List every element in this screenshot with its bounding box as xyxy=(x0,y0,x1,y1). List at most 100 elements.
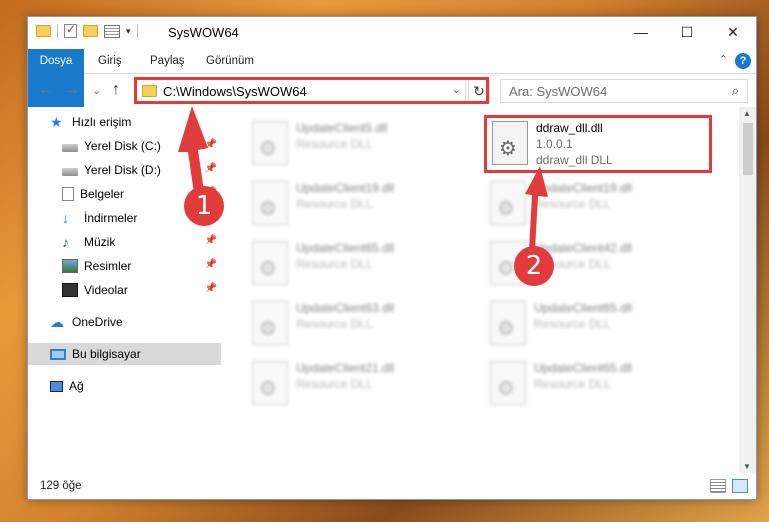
file-name: UpdateClient63.dll xyxy=(296,301,395,315)
file-item[interactable]: ⚙ UpdateClient63.dll Resource DLL xyxy=(248,295,478,353)
maximize-button[interactable]: ☐ xyxy=(664,17,710,47)
ribbon-tabs: Dosya Giriş Paylaş Görünüm ⌃ ? xyxy=(28,49,756,107)
drive-icon xyxy=(62,167,78,176)
details-view-icon[interactable] xyxy=(710,479,726,493)
pin-icon[interactable]: 📌 xyxy=(205,283,217,294)
gear-icon: ⚙ xyxy=(497,198,515,220)
pictures-icon xyxy=(62,259,78,273)
star-icon: ★ xyxy=(50,114,63,130)
new-folder-icon[interactable] xyxy=(83,25,98,37)
file-type: Resource DLL xyxy=(534,197,611,211)
tiles-view-icon[interactable] xyxy=(732,479,748,493)
file-type: Resource DLL xyxy=(296,377,373,391)
dll-file-icon: ⚙ xyxy=(252,361,288,405)
sidebar-item-label: Ağ xyxy=(69,379,84,393)
file-item[interactable]: ⚙ UpdateClient65.dll Resource DLL xyxy=(486,295,716,353)
gear-icon: ⚙ xyxy=(259,318,277,340)
gear-icon: ⚙ xyxy=(259,378,277,400)
tab-share[interactable]: Paylaş xyxy=(140,49,195,73)
file-name: UpdateClient21.dll xyxy=(296,361,395,375)
file-name: UpdateClient5.dll xyxy=(296,121,388,135)
sidebar-item-local-disk-d[interactable]: Yerel Disk (D:) 📌 xyxy=(28,159,221,181)
cloud-icon: ☁ xyxy=(50,314,64,330)
search-icon[interactable]: ⌕ xyxy=(732,83,739,99)
sidebar-item-label: İndirmeler xyxy=(84,211,138,225)
minimize-button[interactable]: — xyxy=(618,17,664,47)
videos-icon xyxy=(62,283,78,297)
collapse-ribbon-icon[interactable]: ⌃ xyxy=(719,53,728,66)
file-item[interactable]: ⚙ UpdateClient21.dll Resource DLL xyxy=(248,355,478,413)
file-name: UpdateClient65.dll xyxy=(296,241,395,255)
dll-file-icon: ⚙ xyxy=(490,361,526,405)
file-name: UpdateClient19.dll xyxy=(534,181,633,195)
status-bar: 129 öğe xyxy=(28,475,756,499)
toolbar-divider xyxy=(57,24,58,38)
up-button[interactable]: ↑ xyxy=(112,81,120,99)
toolbar-divider xyxy=(136,24,138,38)
file-item[interactable]: ⚙ UpdateClient65.dll Resource DLL xyxy=(248,235,478,293)
sidebar-item-music[interactable]: ♪ Müzik 📌 xyxy=(28,231,221,253)
gear-icon: ⚙ xyxy=(497,318,515,340)
dll-file-icon: ⚙ xyxy=(490,301,526,345)
quick-access-toolbar: ▾ xyxy=(36,22,138,38)
sidebar-item-quick-access[interactable]: ★ Hızlı erişim xyxy=(28,111,221,133)
help-icon[interactable]: ? xyxy=(735,53,751,69)
sidebar-item-label: Resimler xyxy=(84,259,132,273)
sidebar-item-network[interactable]: Ağ xyxy=(28,375,221,397)
sidebar-item-label: OneDrive xyxy=(72,315,123,329)
close-button[interactable]: ✕ xyxy=(710,17,756,47)
download-icon: ↓ xyxy=(62,210,69,226)
sidebar-item-pictures[interactable]: Resimler 📌 xyxy=(28,255,221,277)
item-count: 129 öğe xyxy=(40,480,82,492)
scrollbar-thumb[interactable] xyxy=(743,123,753,175)
dll-file-icon: ⚙ xyxy=(252,181,288,225)
scroll-down-icon[interactable]: ▼ xyxy=(743,462,751,471)
network-icon xyxy=(50,380,63,392)
callout-badge-2: 2 xyxy=(514,246,554,286)
window-controls: — ☐ ✕ xyxy=(618,17,756,47)
file-type: Resource DLL xyxy=(296,137,373,151)
back-button[interactable]: ← xyxy=(38,81,54,99)
dll-file-icon: ⚙ xyxy=(252,241,288,285)
pin-icon[interactable]: 📌 xyxy=(205,235,217,246)
properties-check-icon[interactable] xyxy=(64,22,77,38)
pin-icon[interactable]: 📌 xyxy=(205,139,217,150)
file-item[interactable]: ⚙ UpdateClient5.dll Resource DLL xyxy=(248,115,478,173)
toolbar-dropdown-icon[interactable]: ▾ xyxy=(126,26,131,37)
navigation-pane: ★ Hızlı erişim Yerel Disk (C:) 📌 Yerel D… xyxy=(28,109,221,473)
title-bar: ▾ SysWOW64 — ☐ ✕ xyxy=(28,17,756,49)
music-icon: ♪ xyxy=(62,234,69,250)
tab-home[interactable]: Giriş xyxy=(88,49,132,73)
pin-icon[interactable]: 📌 xyxy=(205,259,217,270)
window-title: SysWOW64 xyxy=(168,25,239,40)
scroll-up-icon[interactable]: ▲ xyxy=(743,109,751,118)
search-input[interactable]: Ara: SysWOW64 ⌕ xyxy=(500,79,748,103)
recent-locations-button[interactable]: ⌄ xyxy=(92,84,101,97)
document-icon xyxy=(62,187,74,201)
sidebar-item-label: Hızlı erişim xyxy=(72,115,132,129)
pin-icon[interactable]: 📌 xyxy=(205,163,217,174)
sidebar-item-label: Belgeler xyxy=(80,187,125,201)
file-type: Resource DLL xyxy=(296,197,373,211)
dll-file-icon: ⚙ xyxy=(252,121,288,165)
file-name: UpdateClient65.dll xyxy=(534,301,633,315)
callout-badge-1: 1 xyxy=(184,186,224,226)
file-type: Resource DLL xyxy=(296,257,373,271)
sidebar-item-local-disk-c[interactable]: Yerel Disk (C:) 📌 xyxy=(28,135,221,157)
gear-icon: ⚙ xyxy=(497,258,515,280)
dll-file-icon: ⚙ xyxy=(252,301,288,345)
sidebar-item-this-pc[interactable]: Bu bilgisayar xyxy=(28,343,221,365)
file-item[interactable]: ⚙ UpdateClient19.dll Resource DLL xyxy=(486,175,716,233)
forward-button[interactable]: → xyxy=(64,81,80,99)
sidebar-item-onedrive[interactable]: ☁ OneDrive xyxy=(28,311,221,333)
file-type: Resource DLL xyxy=(296,317,373,331)
vertical-scrollbar[interactable]: ▲ ▼ xyxy=(739,107,756,473)
sidebar-item-videos[interactable]: Videolar 📌 xyxy=(28,279,221,301)
customize-toolbar-icon[interactable] xyxy=(104,24,120,38)
file-item[interactable]: ⚙ UpdateClient65.dll Resource DLL xyxy=(486,355,716,413)
folder-icon xyxy=(36,25,51,37)
dll-file-icon: ⚙ xyxy=(490,181,526,225)
tab-view[interactable]: Görünüm xyxy=(196,49,264,73)
sidebar-item-label: Bu bilgisayar xyxy=(72,347,141,361)
file-item[interactable]: ⚙ UpdateClient19.dll Resource DLL xyxy=(248,175,478,233)
